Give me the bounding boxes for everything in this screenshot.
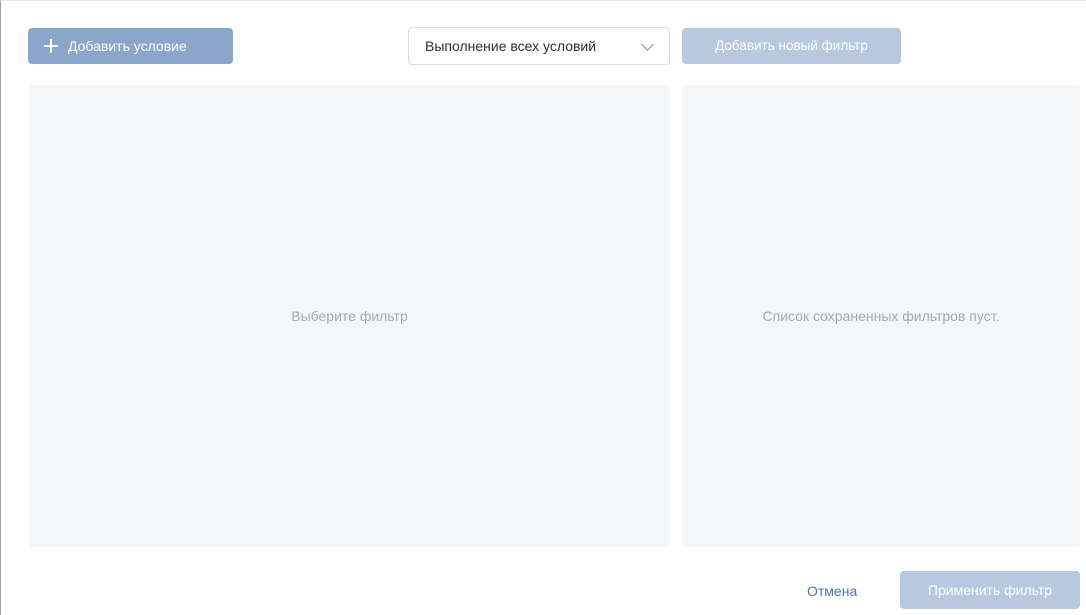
- add-new-filter-label: Добавить новый фильтр: [715, 38, 868, 53]
- saved-filters-panel: Список сохраненных фильтров пуст.: [682, 85, 1080, 547]
- add-new-filter-button[interactable]: Добавить новый фильтр: [682, 28, 901, 64]
- editor-placeholder-text: Выберите фильтр: [291, 308, 408, 324]
- cancel-button[interactable]: Отмена: [807, 582, 857, 600]
- add-condition-label: Добавить условие: [68, 38, 187, 54]
- apply-filter-button[interactable]: Применить фильтр: [900, 571, 1080, 609]
- add-condition-button[interactable]: Добавить условие: [28, 28, 233, 64]
- chevron-down-icon: [641, 38, 654, 51]
- saved-filters-empty-text: Список сохраненных фильтров пуст.: [762, 308, 1000, 324]
- plus-icon: [44, 39, 58, 53]
- condition-mode-select[interactable]: Выполнение всех условий: [408, 27, 670, 65]
- apply-filter-label: Применить фильтр: [927, 582, 1053, 598]
- filter-dialog: Добавить условие Выполнение всех условий…: [0, 0, 1086, 615]
- filter-editor-panel: Выберите фильтр: [29, 85, 670, 547]
- condition-mode-value: Выполнение всех условий: [425, 38, 597, 54]
